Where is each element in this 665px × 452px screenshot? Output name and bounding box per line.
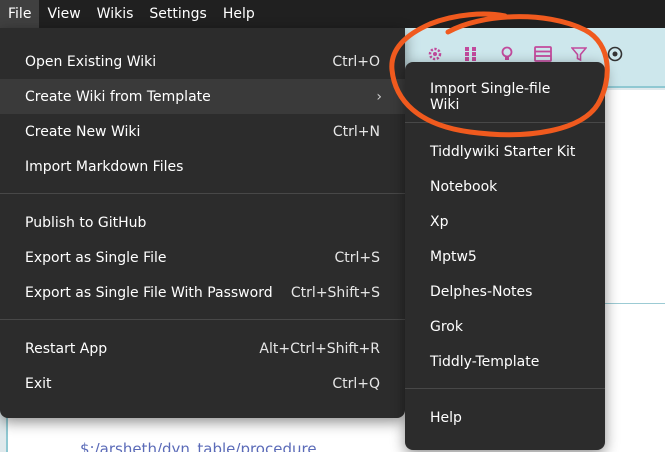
submenu-item-tiddlywiki-starter-kit[interactable]: Tiddlywiki Starter Kit <box>405 134 605 169</box>
menu-item-export-single-file[interactable]: Export as Single File Ctrl+S <box>0 240 405 275</box>
menu-item-label: Restart App <box>25 340 108 357</box>
menu-item-shortcut: Alt+Ctrl+Shift+R <box>259 340 380 357</box>
menu-help[interactable]: Help <box>215 0 263 28</box>
menu-item-create-new-wiki[interactable]: Create New Wiki Ctrl+N <box>0 114 405 149</box>
menu-separator <box>405 388 605 389</box>
submenu-item-xp[interactable]: Xp <box>405 204 605 239</box>
menu-item-label: Import Markdown Files <box>25 158 184 175</box>
menu-item-shortcut: Ctrl+Q <box>332 375 380 392</box>
menu-item-label: Export as Single File <box>25 249 167 266</box>
menu-item-label: Create New Wiki <box>25 123 141 140</box>
menu-item-label: Create Wiki from Template <box>25 88 211 105</box>
menu-wikis[interactable]: Wikis <box>89 0 142 28</box>
menu-separator <box>0 319 405 320</box>
menu-item-shortcut: Ctrl+N <box>332 123 380 140</box>
menu-item-shortcut: Ctrl+Shift+S <box>290 284 380 301</box>
menu-view[interactable]: View <box>39 0 88 28</box>
menu-file[interactable]: File <box>0 0 40 28</box>
template-submenu: Import Single-file Wiki Tiddlywiki Start… <box>405 62 605 450</box>
submenu-item-mptw5[interactable]: Mptw5 <box>405 239 605 274</box>
menu-item-export-single-file-password[interactable]: Export as Single File With Password Ctrl… <box>0 275 405 310</box>
menu-separator <box>0 193 405 194</box>
menu-item-create-wiki-from-template[interactable]: Create Wiki from Template › <box>0 79 405 114</box>
menu-item-shortcut: Ctrl+O <box>332 53 380 70</box>
menu-item-label: Publish to GitHub <box>25 214 147 231</box>
menu-item-label: Export as Single File With Password <box>25 284 273 301</box>
menu-item-exit[interactable]: Exit Ctrl+Q <box>0 366 405 401</box>
file-menu: Open Existing Wiki Ctrl+O Create Wiki fr… <box>0 28 405 418</box>
menu-item-label: Open Existing Wiki <box>25 53 157 70</box>
menu-separator <box>405 122 605 123</box>
menu-item-open-existing-wiki[interactable]: Open Existing Wiki Ctrl+O <box>0 44 405 79</box>
chevron-right-icon: › <box>376 88 382 105</box>
menu-item-import-markdown-files[interactable]: Import Markdown Files <box>0 149 405 184</box>
menubar: File View Wikis Settings Help <box>0 0 665 28</box>
submenu-item-grok[interactable]: Grok <box>405 309 605 344</box>
submenu-item-help[interactable]: Help <box>405 400 605 435</box>
menu-item-label: Exit <box>25 375 52 392</box>
compass-icon[interactable] <box>600 40 630 68</box>
menu-item-shortcut: Ctrl+S <box>334 249 380 266</box>
tiddler-link[interactable]: $:/arsheth/dyn_table/procedure <box>80 440 317 452</box>
menu-settings[interactable]: Settings <box>141 0 214 28</box>
menu-item-publish-to-github[interactable]: Publish to GitHub <box>0 205 405 240</box>
submenu-item-delphes-notes[interactable]: Delphes-Notes <box>405 274 605 309</box>
menu-item-restart-app[interactable]: Restart App Alt+Ctrl+Shift+R <box>0 331 405 366</box>
submenu-item-tiddly-template[interactable]: Tiddly-Template <box>405 344 605 379</box>
submenu-item-notebook[interactable]: Notebook <box>405 169 605 204</box>
submenu-item-import-single-file-wiki[interactable]: Import Single-file Wiki <box>405 79 605 114</box>
